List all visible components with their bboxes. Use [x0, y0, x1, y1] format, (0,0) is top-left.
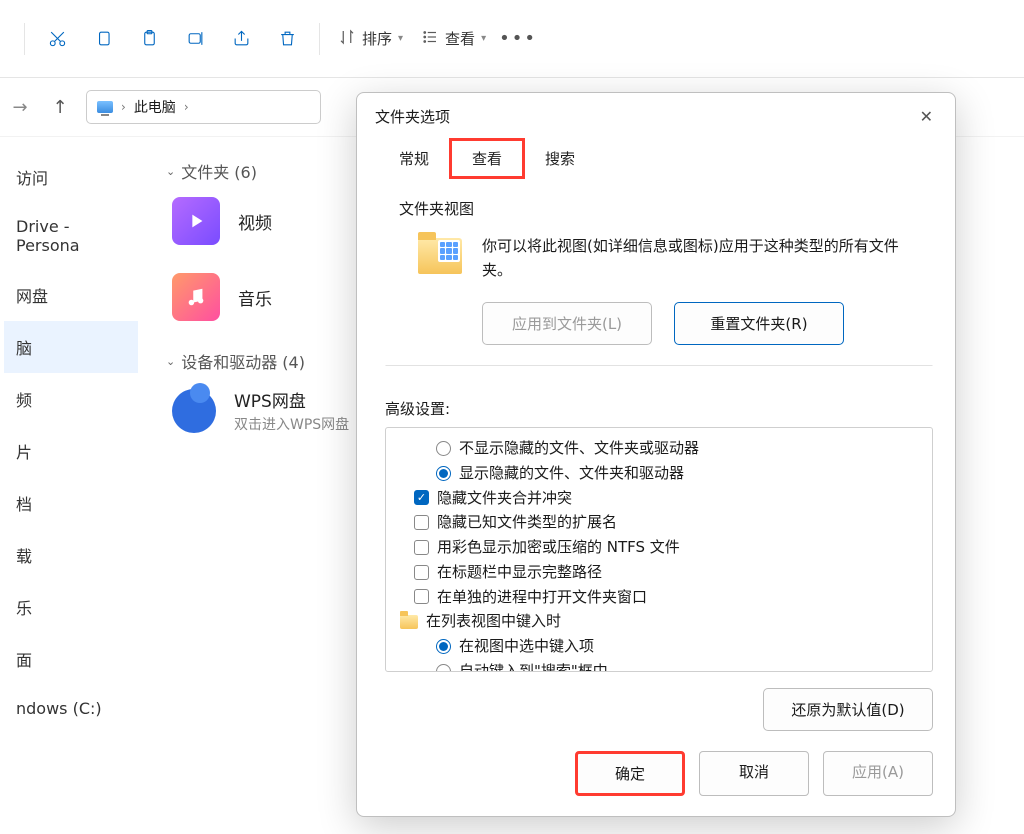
opt-list-typing-group: 在列表视图中键入时: [392, 609, 926, 634]
opt-hide-ext[interactable]: 隐藏已知文件类型的扩展名: [392, 510, 926, 535]
sidebar-item-selected[interactable]: 脑: [4, 321, 138, 373]
toolbar: 排序 ▾ 查看 ▾ •••: [0, 0, 1024, 78]
crumb-this-pc[interactable]: 此电脑: [134, 97, 176, 117]
sidebar-item[interactable]: 频: [4, 373, 138, 425]
cancel-button[interactable]: 取消: [699, 751, 809, 796]
paste-icon[interactable]: [129, 19, 169, 59]
folder-view-icon: [418, 238, 462, 274]
group-folders-label: 文件夹 (6): [181, 159, 257, 183]
rename-icon[interactable]: [175, 19, 215, 59]
forward-button[interactable]: →: [6, 97, 34, 118]
dialog-title: 文件夹选项: [375, 106, 450, 127]
opt-full-path-title[interactable]: 在标题栏中显示完整路径: [392, 560, 926, 585]
folder-view-desc: 你可以将此视图(如详细信息或图标)应用于这种类型的所有文件夹。: [482, 234, 928, 282]
radio-checked-icon: [436, 639, 451, 654]
restore-defaults-button[interactable]: 还原为默认值(D): [763, 688, 933, 731]
chevron-down-icon: ⌄: [166, 165, 175, 178]
folder-options-dialog: 文件夹选项 ✕ 常规 查看 搜索 文件夹视图 你可以将此视图(如详细信息或图标)…: [356, 92, 956, 817]
view-label: 查看: [445, 28, 475, 49]
opt-select-typed[interactable]: 在视图中选中键入项: [392, 634, 926, 659]
opt-hide-merge-conflict[interactable]: 隐藏文件夹合并冲突: [392, 486, 926, 511]
dialog-tabs: 常规 查看 搜索: [357, 136, 955, 178]
tab-view[interactable]: 查看: [449, 138, 525, 179]
delete-icon[interactable]: [267, 19, 307, 59]
dialog-button-row: 确定 取消 应用(A): [357, 731, 955, 816]
sidebar-item[interactable]: 网盘: [4, 269, 138, 321]
dialog-body: 文件夹视图 你可以将此视图(如详细信息或图标)应用于这种类型的所有文件夹。 应用…: [357, 178, 955, 731]
chevron-right-icon: ›: [121, 100, 126, 114]
reset-folders-button[interactable]: 重置文件夹(R): [674, 302, 844, 345]
folder-label: 音乐: [238, 285, 272, 310]
sort-icon: [338, 28, 356, 50]
share-icon[interactable]: [221, 19, 261, 59]
tab-search[interactable]: 搜索: [523, 140, 597, 177]
close-button[interactable]: ✕: [912, 103, 941, 130]
drive-sublabel: 双击进入WPS网盘: [234, 414, 349, 434]
copy-icon[interactable]: [83, 19, 123, 59]
folder-label: 视频: [238, 209, 272, 234]
chevron-right-icon: ›: [184, 100, 189, 114]
chevron-down-icon: ▾: [481, 33, 486, 44]
checkbox-icon: [414, 565, 429, 580]
sidebar-item[interactable]: ndows (C:): [4, 685, 138, 732]
ok-button[interactable]: 确定: [575, 751, 685, 796]
this-pc-icon: [97, 101, 113, 113]
view-icon: [421, 28, 439, 50]
sidebar-item[interactable]: 载: [4, 529, 138, 581]
up-button[interactable]: ↑: [46, 97, 74, 118]
breadcrumb[interactable]: › 此电脑 ›: [86, 90, 321, 124]
radio-icon: [436, 664, 451, 672]
toolbar-separator: [24, 23, 25, 55]
sidebar-item[interactable]: 访问: [4, 151, 138, 203]
checkbox-icon: [414, 540, 429, 555]
sort-dropdown[interactable]: 排序 ▾: [332, 19, 409, 59]
tab-general[interactable]: 常规: [377, 140, 451, 177]
sort-label: 排序: [362, 28, 392, 49]
group-drives-label: 设备和驱动器 (4): [181, 349, 305, 373]
drive-label: WPS网盘: [234, 387, 349, 412]
view-dropdown[interactable]: 查看 ▾: [415, 19, 492, 59]
sidebar-item[interactable]: Drive - Persona: [4, 203, 138, 269]
nav-sidebar: 访问 Drive - Persona 网盘 脑 频 片 档 载 乐 面 ndow…: [0, 137, 138, 834]
folder-view-heading: 文件夹视图: [399, 198, 933, 219]
apply-button[interactable]: 应用(A): [823, 751, 933, 796]
toolbar-separator: [319, 23, 320, 55]
checkbox-icon: [414, 589, 429, 604]
checkbox-checked-icon: [414, 490, 429, 505]
cut-icon[interactable]: [37, 19, 77, 59]
more-button[interactable]: •••: [498, 19, 538, 59]
video-folder-icon: [172, 197, 220, 245]
opt-color-ntfs[interactable]: 用彩色显示加密或压缩的 NTFS 文件: [392, 535, 926, 560]
chevron-down-icon: ▾: [398, 33, 403, 44]
sidebar-item[interactable]: 乐: [4, 581, 138, 633]
radio-checked-icon: [436, 466, 451, 481]
apply-to-folders-button[interactable]: 应用到文件夹(L): [482, 302, 652, 345]
advanced-settings-label: 高级设置:: [385, 398, 933, 419]
opt-show-hidden[interactable]: 显示隐藏的文件、文件夹和驱动器: [392, 461, 926, 486]
chevron-down-icon: ⌄: [166, 355, 175, 368]
more-icon: •••: [499, 28, 537, 49]
opt-hide-hidden[interactable]: 不显示隐藏的文件、文件夹或驱动器: [392, 436, 926, 461]
folder-icon: [400, 615, 418, 629]
sidebar-item[interactable]: 面: [4, 633, 138, 685]
opt-separate-process[interactable]: 在单独的进程中打开文件夹窗口: [392, 585, 926, 610]
sidebar-item[interactable]: 档: [4, 477, 138, 529]
sidebar-item[interactable]: 片: [4, 425, 138, 477]
wps-cloud-icon: [172, 389, 216, 433]
advanced-settings-list[interactable]: 不显示隐藏的文件、文件夹或驱动器 显示隐藏的文件、文件夹和驱动器 隐藏文件夹合并…: [385, 427, 933, 672]
radio-icon: [436, 441, 451, 456]
dialog-titlebar: 文件夹选项 ✕: [357, 93, 955, 136]
opt-auto-search[interactable]: 自动键入到"搜索"框中: [392, 659, 926, 672]
music-folder-icon: [172, 273, 220, 321]
folder-view-group: 你可以将此视图(如详细信息或图标)应用于这种类型的所有文件夹。 应用到文件夹(L…: [385, 229, 933, 366]
checkbox-icon: [414, 515, 429, 530]
